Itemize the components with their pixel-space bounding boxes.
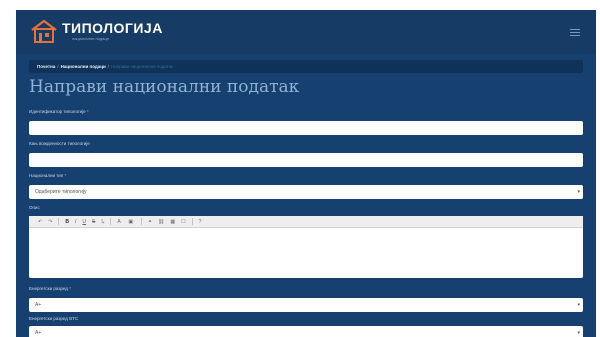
chevron-down-icon: ▾ [577, 302, 580, 308]
energy-class-label-text: Енергетски разред [29, 286, 68, 291]
menu-toggle-icon[interactable] [570, 29, 580, 36]
required-marker: * [64, 173, 67, 178]
text-color-icon[interactable]: A· [114, 216, 125, 228]
chevron-down-icon: ▾ [577, 330, 580, 336]
help-icon[interactable]: ? [196, 216, 205, 228]
link-icon[interactable]: ⚭ [145, 216, 155, 228]
table-icon[interactable]: ▦ [167, 216, 178, 228]
description-textarea[interactable] [29, 228, 583, 278]
clear-format-icon[interactable]: Iₓ [98, 216, 107, 228]
identifier-input[interactable] [29, 121, 583, 135]
energy-class-value: A+ [35, 302, 42, 308]
older-id-input[interactable] [29, 153, 583, 167]
older-id-label: Кањ вожденности типологије [29, 141, 90, 146]
unlink-icon[interactable]: ⛓ [155, 216, 167, 228]
national-type-select[interactable]: Одаберите типологију ▾ [29, 185, 583, 199]
undo-icon[interactable]: ↶ [35, 216, 45, 228]
redo-icon[interactable]: ↷ [45, 216, 55, 228]
italic-button[interactable]: I [72, 216, 79, 228]
underline-button[interactable]: U [79, 216, 89, 228]
toolbar-divider [58, 218, 60, 225]
editor-toolbar: ↶ ↷ B I U S Iₓ A· ▣· ⚭ ⛓ ▦ ☐ ? [29, 216, 583, 228]
chevron-down-icon: ▾ [577, 189, 580, 195]
bold-button[interactable]: B [62, 216, 72, 228]
brand-tagline: национални подаци [72, 36, 109, 41]
energy-class-btc-label: Енергетски разред BTC [29, 316, 79, 321]
breadcrumb: Почетна / Национални подаци / Направи национ… [29, 60, 583, 73]
national-type-value: Одаберите типологију [35, 189, 87, 195]
toolbar-divider [191, 218, 193, 225]
brand-name[interactable]: ТИПОЛОГИЈА [62, 20, 163, 36]
identifier-label-text: Идентификатор типологије [29, 109, 86, 114]
image-icon[interactable]: ☐ [178, 216, 188, 228]
national-type-label-text: Национални тип [29, 173, 64, 178]
breadcrumb-home-link[interactable]: Почетна [37, 64, 55, 69]
background-color-icon[interactable]: ▣· [125, 216, 137, 228]
breadcrumb-current: Направи национални податак [111, 64, 174, 69]
required-marker: * [86, 109, 89, 114]
description-label: Опис [29, 205, 40, 210]
breadcrumb-section-link[interactable]: Национални подаци [61, 64, 106, 69]
toolbar-divider [140, 218, 142, 225]
app-window: ТИПОЛОГИЈА национални подаци Почетна / Нац… [16, 10, 596, 337]
identifier-label: Идентификатор типологије * [29, 109, 89, 114]
national-type-label: Национални тип * [29, 173, 66, 178]
energy-class-label: Енергетски разред * [29, 286, 71, 291]
page-title: Направи национални податак [29, 77, 300, 97]
required-marker: * [69, 286, 71, 291]
energy-class-select[interactable]: A+ ▾ [29, 298, 583, 312]
top-navbar: ТИПОЛОГИЈА национални подаци [16, 10, 596, 54]
house-logo-icon[interactable] [31, 19, 57, 43]
energy-class-btc-select[interactable]: A+ ▾ [29, 326, 583, 337]
strikethrough-button[interactable]: S [89, 216, 98, 228]
energy-class-btc-value: A+ [35, 330, 42, 336]
description-editor: ↶ ↷ B I U S Iₓ A· ▣· ⚭ ⛓ ▦ ☐ ? [29, 216, 583, 278]
toolbar-divider [110, 218, 112, 225]
